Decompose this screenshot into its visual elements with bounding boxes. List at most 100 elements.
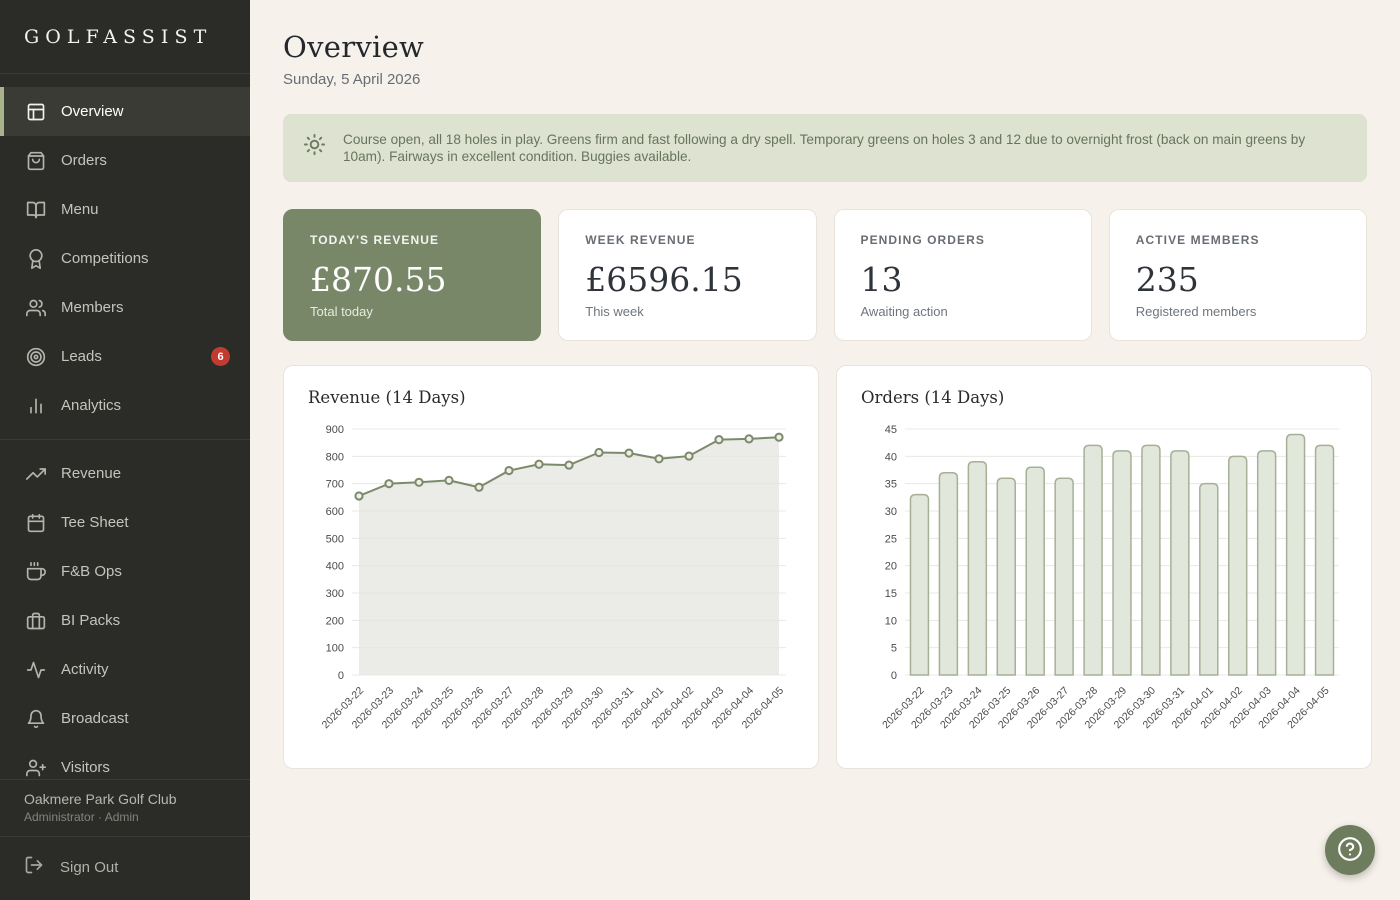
sidebar-item-label: F&B Ops bbox=[61, 563, 122, 580]
leads-count-badge: 6 bbox=[211, 347, 230, 366]
coffee-icon bbox=[26, 561, 46, 580]
help-button[interactable] bbox=[1325, 825, 1375, 875]
brand-logo: GOLFASSIST bbox=[0, 0, 250, 74]
sidebar-item-tee-sheet[interactable]: Tee Sheet bbox=[0, 498, 250, 547]
org-block: Oakmere Park Golf Club Administrator · A… bbox=[0, 780, 250, 836]
svg-text:40: 40 bbox=[885, 452, 897, 464]
stat-card-today-s-revenue: TODAY'S REVENUE £870.55 Total today bbox=[283, 209, 542, 342]
chart-title: Revenue (14 Days) bbox=[308, 388, 466, 408]
sidebar-item-label: Broadcast bbox=[61, 710, 129, 727]
svg-text:0: 0 bbox=[891, 670, 897, 682]
svg-text:20: 20 bbox=[885, 561, 897, 573]
sidebar-item-label: Competitions bbox=[61, 250, 149, 267]
chart-title: Orders (14 Days) bbox=[861, 388, 1005, 408]
help-circle-icon bbox=[1337, 836, 1363, 865]
stats-row: TODAY'S REVENUE £870.55 Total today WEEK RE… bbox=[283, 209, 1367, 342]
sidebar-item-label: Orders bbox=[61, 152, 107, 169]
org-name: Oakmere Park Golf Club bbox=[24, 791, 177, 807]
main-content: Overview Sunday, 5 April 2026 Course ope… bbox=[250, 0, 1400, 900]
sidebar-item-label: Menu bbox=[61, 201, 99, 218]
svg-text:400: 400 bbox=[326, 561, 344, 573]
sidebar-item-orders[interactable]: Orders bbox=[0, 136, 250, 185]
book-open-icon bbox=[26, 201, 46, 218]
log-out-icon bbox=[25, 856, 43, 874]
svg-text:45: 45 bbox=[885, 424, 897, 436]
svg-text:200: 200 bbox=[326, 616, 344, 628]
sidebar-item-label: Leads bbox=[61, 348, 102, 365]
stat-card-pending-orders: PENDING ORDERS 13 Awaiting action bbox=[833, 209, 1092, 342]
svg-text:30: 30 bbox=[885, 506, 897, 518]
stat-sub: This week bbox=[585, 304, 644, 320]
svg-text:500: 500 bbox=[326, 534, 344, 546]
target-icon bbox=[26, 347, 46, 366]
sidebar-item-label: Overview bbox=[61, 103, 124, 120]
stat-value: 13 bbox=[860, 260, 903, 300]
sidebar-item-leads[interactable]: Leads 6 bbox=[0, 332, 250, 381]
sign-out-button[interactable]: Sign Out bbox=[0, 836, 250, 900]
help-circle-icon bbox=[1338, 836, 1362, 861]
stat-value: £6596.15 bbox=[585, 260, 743, 300]
sidebar-item-competitions[interactable]: Competitions bbox=[0, 234, 250, 283]
page-date: Sunday, 5 April 2026 bbox=[283, 71, 421, 88]
stat-card-active-members: ACTIVE MEMBERS 235 Registered members bbox=[1108, 209, 1367, 342]
sidebar-item-revenue[interactable]: Revenue bbox=[0, 449, 250, 498]
stat-sub: Total today bbox=[310, 304, 373, 320]
svg-text:35: 35 bbox=[885, 479, 897, 491]
sidebar-item-bi-packs[interactable]: BI Packs bbox=[0, 596, 250, 645]
svg-text:900: 900 bbox=[326, 424, 344, 436]
org-role: Administrator · Admin bbox=[24, 810, 139, 824]
sidebar-item-label: Tee Sheet bbox=[61, 514, 129, 531]
svg-text:300: 300 bbox=[326, 588, 344, 600]
sidebar-item-label: Visitors bbox=[61, 759, 110, 776]
svg-text:100: 100 bbox=[326, 643, 344, 655]
stat-sub: Awaiting action bbox=[860, 304, 948, 320]
activity-icon bbox=[26, 661, 46, 678]
sidebar-item-f-b-ops[interactable]: F&B Ops bbox=[0, 547, 250, 596]
stat-value: £870.55 bbox=[310, 260, 447, 300]
stat-label: PENDING ORDERS bbox=[860, 233, 985, 248]
shopping-bag-icon bbox=[27, 151, 45, 170]
sidebar-divider bbox=[0, 439, 250, 440]
stat-label: ACTIVE MEMBERS bbox=[1135, 233, 1260, 248]
stat-label: TODAY'S REVENUE bbox=[310, 233, 440, 248]
sidebar-item-analytics[interactable]: Analytics bbox=[0, 381, 250, 430]
sidebar-footer: Oakmere Park Golf Club Administrator · A… bbox=[0, 779, 250, 900]
bar-chart-icon bbox=[30, 398, 42, 413]
sidebar-item-menu[interactable]: Menu bbox=[0, 185, 250, 234]
sidebar-item-overview[interactable]: Overview bbox=[0, 87, 250, 136]
orders-bar-chart: 0510152025303540452026-03-222026-03-2320… bbox=[880, 424, 1339, 731]
svg-text:15: 15 bbox=[885, 588, 897, 600]
sidebar-item-broadcast[interactable]: Broadcast bbox=[0, 694, 250, 743]
stat-label: WEEK REVENUE bbox=[585, 233, 696, 248]
bell-icon bbox=[27, 709, 45, 728]
course-notice-text: Course open, all 18 holes in play. Green… bbox=[343, 132, 1306, 165]
users-icon bbox=[26, 299, 46, 316]
sidebar: GOLFASSIST Overview Orders Menu Competition… bbox=[0, 0, 250, 900]
calendar-icon bbox=[27, 513, 45, 532]
charts-row: Revenue (14 Days) 0 100 200 300 400 500 600 700 8… bbox=[283, 365, 1372, 770]
chart-card-orders-14-days: Orders (14 Days) 0 5 10 15 20 25 30 35 40 45 2026-0… bbox=[836, 365, 1372, 770]
sidebar-item-label: Analytics bbox=[61, 397, 122, 414]
log-out-icon bbox=[24, 855, 44, 879]
stat-value: 235 bbox=[1135, 260, 1199, 300]
svg-text:25: 25 bbox=[885, 534, 897, 546]
sidebar-item-label: Activity bbox=[61, 661, 109, 678]
svg-text:600: 600 bbox=[326, 506, 344, 518]
sidebar-item-members[interactable]: Members bbox=[0, 283, 250, 332]
sidebar-item-activity[interactable]: Activity bbox=[0, 645, 250, 694]
svg-text:800: 800 bbox=[326, 452, 344, 464]
course-notice-banner: Course open, all 18 holes in play. Green… bbox=[283, 114, 1367, 183]
page-title: Overview bbox=[283, 30, 425, 64]
sidebar-item-label: Members bbox=[61, 299, 124, 316]
trending-up-icon bbox=[26, 467, 46, 480]
sidebar-item-label: Revenue bbox=[61, 465, 122, 482]
sun-icon bbox=[303, 133, 326, 156]
award-icon bbox=[29, 248, 43, 269]
sun-icon bbox=[303, 131, 326, 161]
svg-text:0: 0 bbox=[338, 670, 344, 682]
layout-icon bbox=[27, 103, 45, 120]
svg-text:700: 700 bbox=[326, 479, 344, 491]
sidebar-nav: Overview Orders Menu Competitions Members Lea… bbox=[0, 74, 250, 900]
svg-text:10: 10 bbox=[885, 616, 897, 628]
chart-card-revenue-14-days: Revenue (14 Days) 0 100 200 300 400 500 600 700 8… bbox=[283, 365, 819, 770]
